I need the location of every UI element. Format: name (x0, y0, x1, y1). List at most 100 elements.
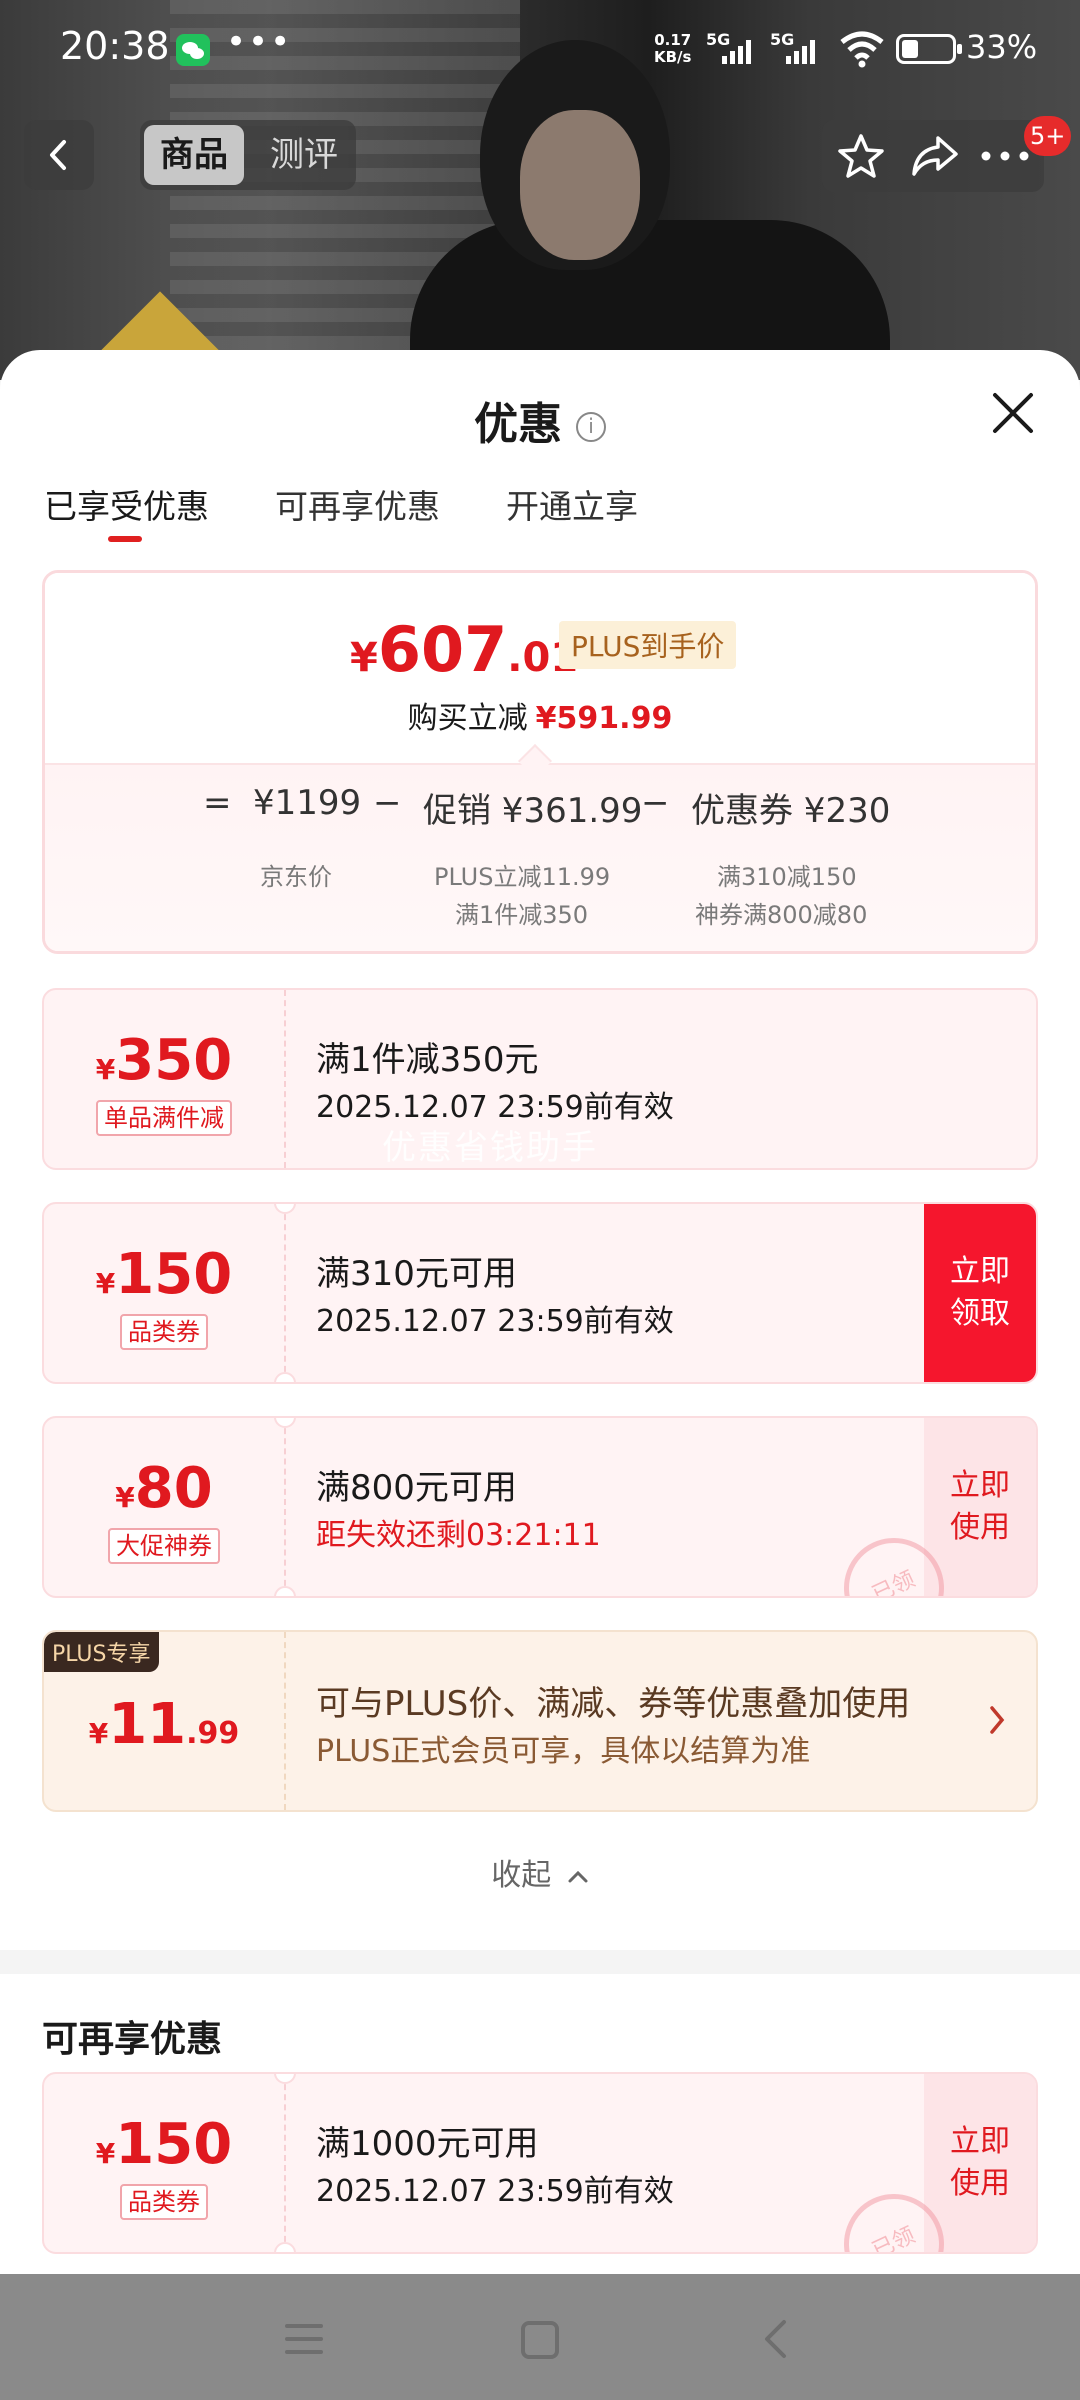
home-icon[interactable] (520, 2320, 560, 2360)
coupon-amount: ¥80 (44, 1456, 284, 1521)
coupon-kind-label: 大促神券 (108, 1528, 220, 1564)
share-icon[interactable] (910, 134, 960, 178)
price-symbol: ¥ (350, 635, 378, 681)
coupon-amount: 优惠券 ¥230 (691, 791, 891, 831)
back-nav-icon[interactable] (760, 2318, 790, 2360)
net-speed-unit: KB/s (654, 48, 692, 66)
tab-enjoyed[interactable]: 已享受优惠 (44, 480, 209, 542)
coupon-value: 150 (115, 1242, 233, 1307)
equals-sign: = (203, 783, 232, 823)
menu-icon[interactable] (284, 2322, 324, 2356)
buy-reduce: 购买立减 ¥591.99 (45, 693, 1035, 737)
status-bar: 20:38 ••• 0.17 KB/s 5G 5G 33% (0, 0, 1080, 100)
coupon-sub1: 满310减150 (717, 863, 857, 891)
coupon-symbol: ¥ (95, 1053, 116, 1086)
section-divider (0, 1950, 1080, 1974)
minus-sign: − (641, 783, 670, 823)
more-icon[interactable] (980, 150, 1030, 162)
promo-sub2: 满1件减350 (455, 901, 589, 929)
plus-price-tag: PLUS到手价 (559, 621, 737, 669)
coupon-amount: ¥350 (44, 1028, 284, 1093)
coupon-kind-label: 品类券 (120, 2184, 208, 2220)
tab-review[interactable]: 测评 (256, 125, 352, 185)
coupon-title: 满310元可用 (316, 1254, 517, 1294)
wifi-icon (840, 31, 884, 68)
tab-product[interactable]: 商品 (144, 125, 244, 185)
info-icon[interactable]: i (576, 412, 606, 442)
star-icon[interactable] (836, 132, 886, 180)
wechat-icon (176, 34, 210, 66)
message-badge: 5+ (1024, 116, 1072, 156)
coupon-value: 350 (115, 1028, 233, 1093)
more-dots-icon: ••• (226, 22, 293, 62)
coupon-amount: ¥150 (44, 1242, 284, 1307)
sheet-title-text: 优惠 (474, 399, 562, 450)
coupon-symbol: ¥ (115, 1481, 135, 1514)
status-time: 20:38 (60, 24, 170, 68)
plus-subtitle: PLUS正式会员可享，具体以结算为准 (316, 1734, 811, 1769)
coupon-value: 150 (115, 2112, 233, 2177)
tab-open-plus[interactable]: 开通立享 (506, 480, 638, 538)
plus-exclusive-card[interactable]: PLUS专享 ¥11.99 可与PLUS价、满减、券等优惠叠加使用 PLUS正式… (42, 1630, 1038, 1812)
coupon-amount: ¥150 (44, 2112, 284, 2177)
plus-amount: ¥11.99 (44, 1692, 284, 1757)
minus-sign: − (373, 783, 402, 823)
plus-title: 可与PLUS价、满减、券等优惠叠加使用 (316, 1684, 911, 1724)
coupon-card[interactable]: ¥80 大促神券 满800元可用 距失效还剩03:21:11 立即使用 已领 (42, 1416, 1038, 1598)
coupon-validity: 2025.12.07 23:59前有效 (316, 2174, 674, 2209)
use-coupon-label: 立即使用 (950, 1468, 1010, 1545)
chevron-up-icon (568, 1870, 588, 1882)
plus-amount-dec: .99 (186, 1716, 240, 1751)
watermark: 优惠省钱助手 (382, 1128, 598, 1168)
coupon-kind-label: 单品满件减 (96, 1100, 232, 1136)
promo-amount: 促销 ¥361.99 (423, 791, 643, 831)
back-button[interactable] (24, 120, 94, 190)
coupon-value: 80 (134, 1456, 213, 1521)
price-int: 607 (377, 613, 508, 686)
coupon-kind: 品类券 (44, 2184, 284, 2220)
net-speed: 0.17 KB/s (654, 32, 691, 66)
claim-coupon-button[interactable]: 立即领取 (924, 1204, 1036, 1382)
battery-icon (896, 34, 962, 64)
jd-price-label: 京东价 (260, 863, 332, 891)
coupon-validity: 2025.12.07 23:59前有效 (316, 1304, 674, 1339)
coupon-kind: 单品满件减 (44, 1100, 284, 1136)
coupon-sub2: 神券满800减80 (695, 901, 868, 929)
system-nav-bar (0, 2274, 1080, 2400)
chevron-right-icon (990, 1706, 1005, 1734)
discount-sheet: 优惠 i 已享受优惠 可再享优惠 开通立享 ¥607.01 PLUS到手价 购买立… (0, 350, 1080, 2274)
buy-reduce-label: 购买立减 (407, 701, 528, 736)
battery-fill (902, 40, 918, 58)
buy-reduce-value: ¥591.99 (535, 701, 673, 736)
final-price: ¥607.01 (350, 613, 578, 686)
collapse-button[interactable]: 收起 (0, 1850, 1080, 1894)
sheet-title: 优惠 i (0, 388, 1080, 452)
plus-amount-int: 11 (108, 1692, 187, 1757)
plus-symbol: ¥ (88, 1717, 109, 1750)
collapse-label: 收起 (491, 1858, 552, 1893)
tab-more-available[interactable]: 可再享优惠 (275, 480, 440, 538)
use-coupon-label: 立即使用 (950, 2124, 1010, 2201)
action-group (822, 120, 1044, 192)
coupon-card[interactable]: ¥150 品类券 满1000元可用 2025.12.07 23:59前有效 立即… (42, 2072, 1038, 2254)
back-icon (50, 140, 66, 170)
close-icon[interactable] (990, 390, 1036, 436)
signal-icon: 5G (706, 30, 766, 64)
coupon-kind: 大促神券 (44, 1528, 284, 1564)
signal-icon: 5G (770, 30, 830, 64)
coupon-symbol: ¥ (95, 2137, 116, 2170)
discount-tabs: 已享受优惠 可再享优惠 开通立享 (44, 480, 638, 542)
model-face (520, 110, 640, 260)
price-formula: = ¥1199 − 促销 ¥361.99 − 优惠券 ¥230 (45, 783, 1035, 843)
coupon-kind-label: 品类券 (120, 1314, 208, 1350)
coupon-title: 满1件减350元 (316, 1040, 539, 1080)
coupon-countdown: 距失效还剩03:21:11 (316, 1518, 601, 1553)
promo-sub1: PLUS立减11.99 (434, 863, 611, 891)
section-title: 可再享优惠 (42, 2019, 223, 2060)
price-summary: ¥607.01 PLUS到手价 购买立减 ¥591.99 = ¥1199 − 促销… (42, 570, 1038, 954)
battery-percent: 33% (966, 28, 1038, 66)
plus-exclusive-tag: PLUS专享 (44, 1632, 159, 1672)
coupon-card[interactable]: ¥150 品类券 满310元可用 2025.12.07 23:59前有效 立即领… (42, 1202, 1038, 1384)
claim-coupon-label: 立即领取 (950, 1254, 1010, 1331)
coupon-kind: 品类券 (44, 1314, 284, 1350)
